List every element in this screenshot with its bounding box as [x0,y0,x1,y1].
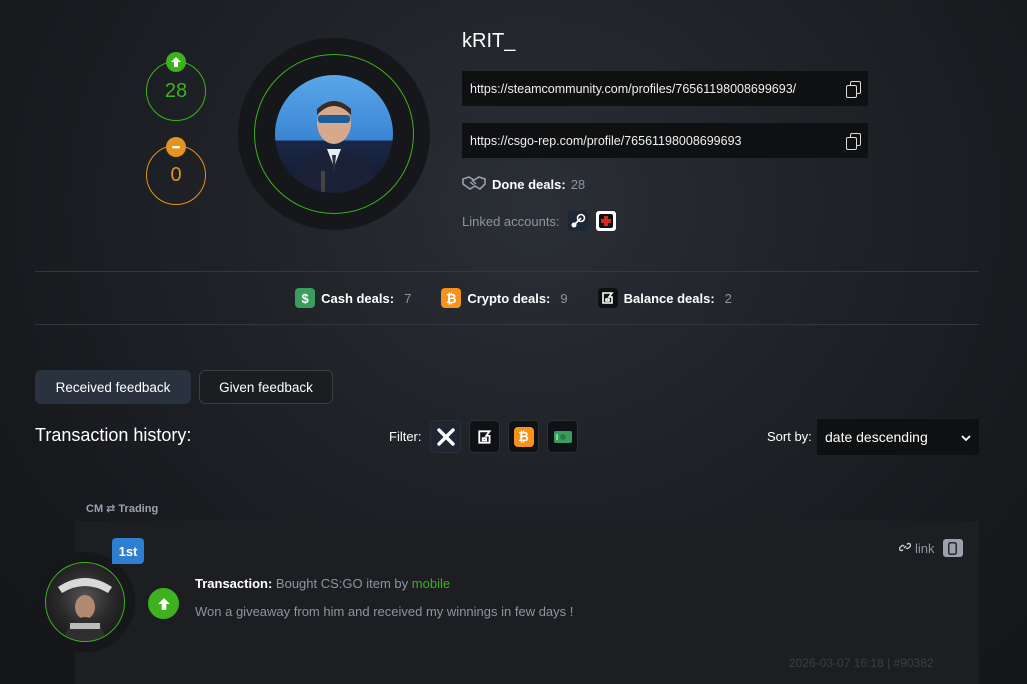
handshake-icon [462,175,486,194]
bitcoin-icon: ₿ [441,288,462,308]
balance-deals: Balance deals: 2 [597,288,732,308]
copy-icon[interactable] [846,132,861,150]
transaction-by-link[interactable]: mobile [412,576,450,591]
sort-label: Sort by: [767,429,812,444]
cash-deals-value: 7 [404,290,412,306]
crypto-deals: ₿ Crypto deals: 9 [441,288,568,308]
feedback-avatar[interactable] [45,562,125,642]
divider [35,271,979,272]
transaction-line: Transaction: Bought CS:GO item by mobile [195,576,450,591]
filter-all-button[interactable] [430,420,461,453]
crypto-deals-label: Crypto deals: [467,290,551,306]
steam-url-field[interactable]: https://steamcommunity.com/profiles/7656… [462,71,868,106]
dollar-icon: $ [295,288,316,308]
mobile-icon[interactable] [942,539,963,557]
rep-url-text: https://csgo-rep.com/profile/76561198008… [470,133,742,148]
deals-summary: $ Cash deals: 7 ₿ Crypto deals: 9 Balanc… [0,288,1027,308]
linked-accounts-label: Linked accounts: [462,213,560,229]
chevron-down-icon [961,429,971,445]
tab-given-feedback[interactable]: Given feedback [199,370,333,404]
balance-icon [477,429,491,444]
username: kRIT_ [462,30,516,52]
filter-cash-button[interactable] [547,420,578,453]
cash-icon [553,430,572,443]
feedback-link[interactable]: link [898,539,963,557]
balance-icon [597,288,618,308]
transaction-label: Transaction: [195,576,273,591]
cash-deals-label: Cash deals: [321,290,395,306]
transaction-description: Bought CS:GO item by [275,576,409,591]
balance-deals-value: 2 [724,290,732,306]
balance-deals-label: Balance deals: [623,290,715,306]
steam-icon[interactable] [567,211,588,231]
tab-received-feedback[interactable]: Received feedback [35,370,191,404]
minus-icon [166,137,186,157]
thumbs-up-icon [166,52,186,72]
link-icon [898,541,912,556]
cash-deals: $ Cash deals: 7 [295,288,411,308]
filter-balance-button[interactable] [469,420,500,453]
crypto-deals-value: 9 [560,290,568,306]
copy-icon[interactable] [846,80,861,98]
filter-crypto-button[interactable]: ₿ [508,420,539,453]
divider [35,324,979,325]
bitcoin-icon: ₿ [513,426,534,447]
first-badge: 1st [112,538,144,564]
linked-accounts: Linked accounts: [462,211,616,231]
sort-value: date descending [825,429,928,445]
close-icon [436,427,455,446]
link-label: link [915,540,935,556]
sort-select[interactable]: date descending [817,419,979,455]
steam-url-text: https://steamcommunity.com/profiles/7656… [470,81,797,96]
rep-url-field[interactable]: https://csgo-rep.com/profile/76561198008… [462,123,868,158]
transaction-history-title: Transaction history: [35,425,192,445]
medical-cross-icon[interactable] [595,211,616,231]
feedback-comment: Won a giveaway from him and received my … [195,604,574,619]
feedback-section-label: CM ⇄ Trading [86,503,159,515]
thumbs-up-icon [148,588,179,619]
avatar [275,75,393,193]
feedback-meta: 2026-03-07 16:18 | #90382 [789,656,934,670]
done-deals: Done deals: 28 [462,175,585,194]
done-deals-value: 28 [570,177,586,192]
done-deals-label: Done deals: [492,177,566,192]
filter-label: Filter: [389,429,422,444]
